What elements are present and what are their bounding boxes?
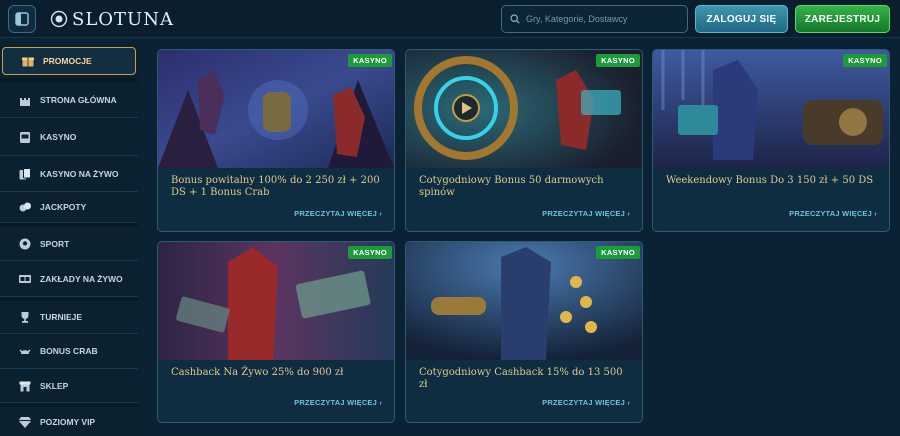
sidebar-item-label: JACKPOTY <box>40 202 87 212</box>
sidebar-item-shop[interactable]: SKLEP <box>0 369 138 403</box>
category-badge: KASYNO <box>348 246 392 259</box>
slot-machine-icon <box>18 130 32 144</box>
live-scoreboard-icon <box>18 272 32 286</box>
register-button[interactable]: ZAREJESTRUJ <box>795 5 890 33</box>
category-badge: KASYNO <box>596 246 640 259</box>
read-more-link[interactable]: PRZECZYTAJ WIĘCEJ › <box>542 398 630 407</box>
sidebar-item-label: SKLEP <box>40 380 69 391</box>
read-more-link[interactable]: PRZECZYTAJ WIĘCEJ › <box>294 398 382 407</box>
search-input[interactable] <box>526 14 676 24</box>
category-badge: KASYNO <box>843 54 887 67</box>
sidebar-item-label: POZIOMY VIP <box>40 416 96 427</box>
sidebar-item-vip-levels[interactable]: POZIOMY VIP <box>0 407 138 436</box>
sidebar: PROMOCJE STRONA GŁÓWNA KASYNO KASYNO NA … <box>0 42 140 436</box>
crab-icon <box>18 344 32 358</box>
category-badge: KASYNO <box>348 54 392 67</box>
castle-icon <box>18 93 32 107</box>
sidebar-item-bonus-crab[interactable]: BONUS CRAB <box>0 334 138 369</box>
logo-text: SLOTUNA <box>72 8 174 30</box>
promo-card[interactable]: KASYNO Weekendowy Bonus Do 3 150 zł + 50… <box>652 49 890 232</box>
read-more-link[interactable]: PRZECZYTAJ WIĘCEJ › <box>542 209 630 218</box>
sidebar-item-label: KASYNO NA ŻYWO <box>40 168 119 179</box>
sidebar-item-promotions[interactable]: PROMOCJE <box>2 47 136 75</box>
shop-icon <box>18 379 32 393</box>
logo[interactable]: SLOTUNA <box>50 7 174 31</box>
promo-title: Cotygodniowy Cashback 15% do 13 500 zł <box>419 367 623 390</box>
promo-title: Weekendowy Bonus Do 3 150 zł + 50 DS <box>666 175 874 186</box>
sidebar-item-label: BONUS CRAB <box>40 346 98 356</box>
sidebar-item-label: SPORT <box>40 238 70 249</box>
promo-image-weekend-bonus <box>653 50 889 168</box>
read-more-link[interactable]: PRZECZYTAJ WIĘCEJ › <box>294 209 382 218</box>
promo-image-live-cashback <box>158 242 394 360</box>
promo-card[interactable]: KASYNO Cotygodniowy Bonus 50 darmowych s… <box>405 49 643 232</box>
sidebar-item-live-casino[interactable]: KASYNO NA ŻYWO <box>0 156 138 192</box>
sidebar-toggle-button[interactable] <box>8 5 36 33</box>
read-more-link[interactable]: PRZECZYTAJ WIĘCEJ › <box>789 209 877 218</box>
promo-card[interactable]: KASYNO Cotygodniowy Cashback 15% do 13 5… <box>405 241 643 423</box>
sidebar-item-label: TURNIEJE <box>40 312 83 322</box>
promo-title: Cotygodniowy Bonus 50 darmowych spinów <box>419 175 604 198</box>
search-icon <box>510 14 520 24</box>
promo-title: Bonus powitalny 100% do 2 250 zł + 200 D… <box>171 175 380 198</box>
promo-title: Cashback Na Żywo 25% do 900 zł <box>171 367 344 378</box>
sidebar-item-live-betting[interactable]: ZAKŁADY NA ŻYWO <box>0 261 138 297</box>
sidebar-item-label: STRONA GŁÓWNA <box>40 94 117 105</box>
logo-emblem-icon <box>50 10 68 28</box>
promo-image-weekly-spins <box>406 50 642 168</box>
cards-icon <box>18 167 32 181</box>
diamond-icon <box>18 415 32 429</box>
coins-icon <box>18 200 32 214</box>
login-button[interactable]: ZALOGUJ SIĘ <box>695 5 788 33</box>
sidebar-item-label: ZAKŁADY NA ŻYWO <box>40 273 123 284</box>
promo-image-weekly-cashback <box>406 242 642 360</box>
gift-icon <box>21 54 35 68</box>
sidebar-item-home[interactable]: STRONA GŁÓWNA <box>0 82 138 118</box>
sidebar-item-sport[interactable]: SPORT <box>0 227 138 261</box>
top-header: SLOTUNA ZALOGUJ SIĘ ZAREJESTRUJ <box>0 0 900 38</box>
ball-icon <box>18 237 32 251</box>
sidebar-item-jackpots[interactable]: JACKPOTY <box>0 192 138 223</box>
search-box[interactable] <box>501 5 688 33</box>
promo-card[interactable]: KASYNO Cashback Na Żywo 25% do 900 zł PR… <box>157 241 395 423</box>
menu-icon <box>15 12 29 26</box>
sidebar-item-casino[interactable]: KASYNO <box>0 118 138 156</box>
category-badge: KASYNO <box>596 54 640 67</box>
sidebar-item-label: PROMOCJE <box>43 56 92 66</box>
trophy-icon <box>18 310 32 324</box>
sidebar-item-tournaments[interactable]: TURNIEJE <box>0 301 138 334</box>
promo-image-welcome-bonus <box>158 50 394 168</box>
promo-card[interactable]: KASYNO Bonus powitalny 100% do 2 250 zł … <box>157 49 395 232</box>
sidebar-item-label: KASYNO <box>40 131 77 142</box>
